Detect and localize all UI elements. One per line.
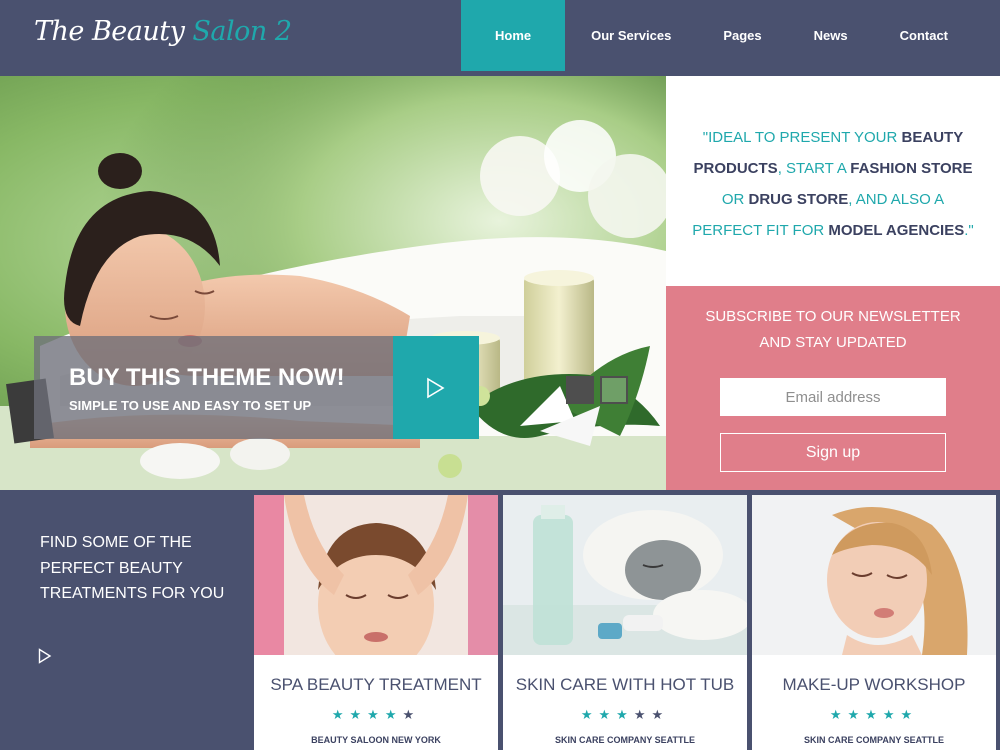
quote-highlight: DRUG STORE	[748, 191, 849, 208]
treatment-card[interactable]: SPA BEAUTY TREATMENT ★★★★★ BEAUTY SALOON…	[254, 495, 498, 750]
quote-highlight: BEAUTY	[901, 129, 964, 146]
star-icon: ★	[384, 707, 403, 722]
newsletter-title-line1: SUBSCRIBE TO OUR NEWSLETTER	[705, 308, 961, 325]
email-field[interactable]	[720, 378, 946, 416]
treatment-card[interactable]: SKIN CARE WITH HOT TUB ★★★★★ SKIN CARE C…	[503, 495, 747, 750]
card-subtitle: SKIN CARE COMPANY SEATTLE	[803, 735, 944, 745]
card-subtitle: SKIN CARE COMPANY SEATTLE	[554, 735, 695, 745]
newsletter-panel: SUBSCRIBE TO OUR NEWSLETTER AND STAY UPD…	[666, 286, 1000, 490]
star-icon: ★	[331, 707, 350, 722]
buy-theme-banner: BUY THIS THEME NOW! SIMPLE TO USE AND EA…	[34, 336, 479, 439]
quote-highlight: MODEL AGENCIES	[828, 222, 965, 239]
cta-play-button[interactable]	[393, 336, 479, 439]
star-icon: ★	[865, 707, 883, 722]
skin-care-photo	[503, 495, 747, 655]
nav-news[interactable]: News	[788, 0, 874, 71]
spa-treatment-photo	[254, 495, 498, 655]
treatments-section: FIND SOME OF THE PERFECT BEAUTY TREATMEN…	[0, 490, 1000, 750]
play-icon	[427, 377, 445, 399]
nav-home[interactable]: Home	[460, 0, 566, 71]
cta-title: BUY THIS THEME NOW!	[69, 364, 345, 391]
quote-highlight: FASHION STORE	[850, 160, 973, 177]
star-icon: ★	[616, 707, 634, 722]
cta-text-box: BUY THIS THEME NOW! SIMPLE TO USE AND EA…	[34, 336, 393, 439]
star-icon: ★	[349, 707, 368, 722]
star-icon: ★	[580, 707, 599, 722]
card-title: MAKE-UP WORKSHOP	[782, 675, 966, 694]
card-title: SKIN CARE WITH HOT TUB	[515, 675, 735, 694]
nav-contact[interactable]: Contact	[874, 0, 1000, 71]
slider-pagination	[566, 376, 628, 404]
treatment-card[interactable]: MAKE-UP WORKSHOP ★★★★★ SKIN CARE COMPANY…	[752, 495, 996, 750]
quote-fragment: , START A	[777, 160, 851, 177]
quote-text: "IDEAL TO PRESENT YOUR BEAUTY PRODUCTS, …	[686, 122, 980, 246]
site-header: The Beauty Salon 2 Home Our Services Page…	[0, 0, 1000, 76]
play-icon[interactable]	[38, 648, 52, 664]
newsletter-title-line2: AND STAY UPDATED	[759, 334, 907, 351]
star-icon: ★	[633, 707, 652, 722]
site-logo[interactable]: The Beauty Salon 2	[34, 16, 292, 62]
quote-fragment: PERFECT FIT FOR	[692, 222, 829, 239]
quote-fragment: OR	[721, 191, 749, 208]
hero-slider: BUY THIS THEME NOW! SIMPLE TO USE AND EA…	[0, 76, 666, 490]
quote-panel: "IDEAL TO PRESENT YOUR BEAUTY PRODUCTS, …	[666, 76, 1000, 286]
nav-pages[interactable]: Pages	[697, 0, 787, 71]
card-title: SPA BEAUTY TREATMENT	[270, 675, 482, 694]
star-icon: ★	[651, 707, 670, 722]
cta-subtitle: SIMPLE TO USE AND EASY TO SET UP	[69, 398, 312, 413]
star-icon: ★	[847, 707, 866, 722]
quote-fragment: "IDEAL TO PRESENT YOUR	[702, 129, 902, 146]
quote-fragment: , AND ALSO A	[848, 191, 945, 208]
quote-fragment: ."	[964, 222, 974, 239]
star-icon: ★	[882, 707, 901, 722]
star-icon: ★	[367, 707, 385, 722]
star-icon: ★	[900, 707, 919, 722]
newsletter-title: SUBSCRIBE TO OUR NEWSLETTER AND STAY UPD…	[686, 304, 980, 356]
quote-highlight: PRODUCTS	[693, 160, 778, 177]
logo-text-primary: The Beauty	[34, 16, 185, 47]
star-icon: ★	[598, 707, 617, 722]
rating-stars: ★★★★★	[254, 707, 498, 723]
main-nav: Home Our Services Pages News Contact	[460, 0, 1000, 71]
card-subtitle: BEAUTY SALOON NEW YORK	[311, 735, 441, 745]
star-icon: ★	[829, 707, 848, 722]
signup-button[interactable]: Sign up	[720, 433, 946, 472]
slider-dot-1[interactable]	[566, 376, 594, 404]
treatments-heading: FIND SOME OF THE PERFECT BEAUTY TREATMEN…	[40, 534, 225, 602]
slider-dot-2[interactable]	[600, 376, 628, 404]
logo-text-accent: Salon 2	[192, 16, 292, 47]
rating-stars: ★★★★★	[752, 707, 996, 723]
star-icon: ★	[402, 707, 421, 722]
makeup-workshop-photo	[752, 495, 996, 655]
rating-stars: ★★★★★	[503, 707, 747, 723]
nav-our-services[interactable]: Our Services	[565, 0, 697, 71]
